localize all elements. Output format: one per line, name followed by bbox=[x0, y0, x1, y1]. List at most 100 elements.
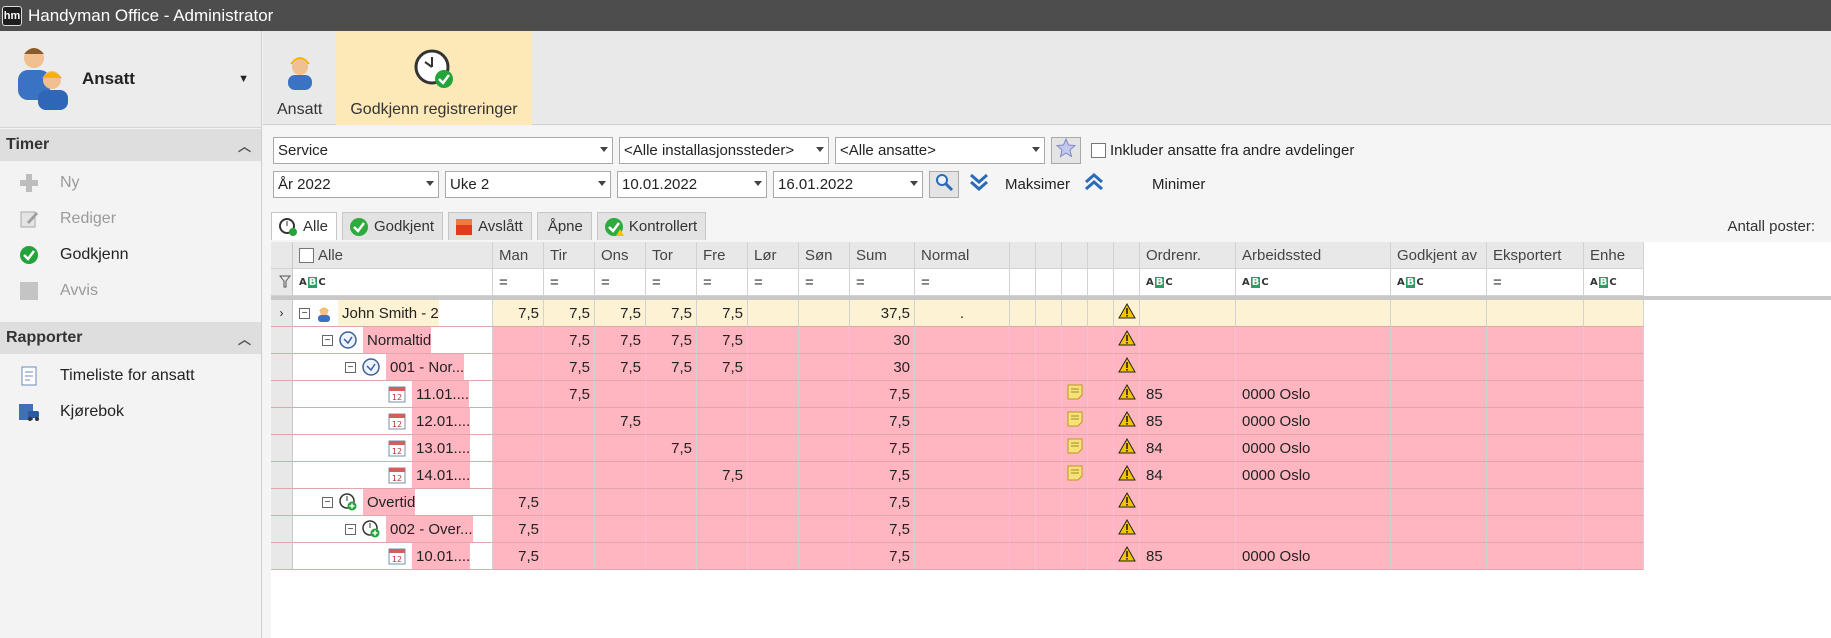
cell-status[interactable] bbox=[1088, 516, 1114, 543]
cell-tor[interactable]: 7,5 bbox=[646, 435, 697, 462]
column-header-alle[interactable]: Alle bbox=[293, 242, 493, 269]
cell-arbeidssted[interactable]: 0000 Oslo bbox=[1236, 381, 1391, 408]
cell-sum[interactable]: 7,5 bbox=[850, 462, 915, 489]
module-selector[interactable]: Ansatt ▼ bbox=[0, 31, 261, 128]
cell-status[interactable] bbox=[1036, 408, 1062, 435]
cell-note[interactable] bbox=[1062, 462, 1088, 489]
cell-status[interactable] bbox=[1088, 354, 1114, 381]
sidebar-item-rediger[interactable]: Rediger bbox=[0, 201, 261, 237]
filter-cell[interactable]: ABC bbox=[293, 269, 493, 296]
cell-son[interactable] bbox=[799, 300, 850, 327]
table-row[interactable]: −001 - Nor... 7,5 7,5 7,5 7,5 30 bbox=[271, 354, 1831, 381]
cell-ordrenr[interactable]: 84 bbox=[1140, 462, 1236, 489]
tree-cell[interactable]: − 002 - Over... bbox=[293, 516, 493, 543]
cell-status[interactable] bbox=[1010, 381, 1036, 408]
cell-status[interactable] bbox=[1088, 408, 1114, 435]
cell-man[interactable] bbox=[493, 381, 544, 408]
cell-lor[interactable] bbox=[748, 543, 799, 570]
group-header-rapporter[interactable]: Rapporter ︿ bbox=[0, 322, 261, 354]
filter-cell[interactable]: = bbox=[646, 269, 697, 296]
cell-status[interactable] bbox=[1036, 489, 1062, 516]
cell-godkjent-av[interactable] bbox=[1391, 489, 1487, 516]
cell-eksportert[interactable] bbox=[1487, 354, 1584, 381]
column-header-normal[interactable]: Normal bbox=[915, 242, 1010, 269]
cell-tor[interactable]: 7,5 bbox=[646, 327, 697, 354]
tree-cell[interactable]: 12 12.01.... bbox=[293, 408, 493, 435]
note-icon[interactable] bbox=[1067, 384, 1083, 404]
cell-enhet[interactable] bbox=[1584, 327, 1644, 354]
cell-sum[interactable]: 7,5 bbox=[850, 489, 915, 516]
column-header-man[interactable]: Man bbox=[493, 242, 544, 269]
chevron-up-icon[interactable]: ︿ bbox=[238, 329, 251, 348]
cell-man[interactable] bbox=[493, 462, 544, 489]
cell-ordrenr[interactable]: 84 bbox=[1140, 435, 1236, 462]
cell-enhet[interactable] bbox=[1584, 516, 1644, 543]
filter-cell[interactable] bbox=[1010, 269, 1036, 296]
cell-status[interactable] bbox=[1088, 435, 1114, 462]
cell-man[interactable] bbox=[493, 354, 544, 381]
cell-arbeidssted[interactable] bbox=[1236, 489, 1391, 516]
cell-godkjent-av[interactable] bbox=[1391, 300, 1487, 327]
cell-note[interactable] bbox=[1062, 354, 1088, 381]
cell-arbeidssted[interactable]: 0000 Oslo bbox=[1236, 462, 1391, 489]
cell-lor[interactable] bbox=[748, 489, 799, 516]
cell-eksportert[interactable] bbox=[1487, 300, 1584, 327]
cell-sum[interactable]: 7,5 bbox=[850, 543, 915, 570]
cell-status[interactable] bbox=[1088, 300, 1114, 327]
cell-fre[interactable] bbox=[697, 489, 748, 516]
employee-select[interactable]: <Alle ansatte> bbox=[835, 136, 1045, 164]
column-header-arbeidssted[interactable]: Arbeidssted bbox=[1236, 242, 1391, 269]
tab-kontrollert[interactable]: Kontrollert bbox=[596, 212, 707, 240]
timesheet-grid[interactable]: Alle Man Tir Ons Tor Fre Lør Søn Sum Nor… bbox=[271, 242, 1831, 638]
cell-tor[interactable] bbox=[646, 381, 697, 408]
cell-eksportert[interactable] bbox=[1487, 327, 1584, 354]
cell-arbeidssted[interactable]: 0000 Oslo bbox=[1236, 408, 1391, 435]
filter-cell[interactable]: ABC bbox=[1140, 269, 1236, 296]
column-header-blank[interactable] bbox=[1114, 242, 1140, 269]
cell-status[interactable] bbox=[1036, 327, 1062, 354]
cell-warning[interactable] bbox=[1114, 462, 1140, 489]
date-to-picker[interactable]: 16.01.2022 bbox=[773, 170, 923, 198]
cell-enhet[interactable] bbox=[1584, 435, 1644, 462]
filter-cell[interactable]: = bbox=[915, 269, 1010, 296]
cell-tir[interactable] bbox=[544, 543, 595, 570]
table-row[interactable]: − 002 - Over... 7,5 7,5 bbox=[271, 516, 1831, 543]
filter-cell[interactable]: = bbox=[544, 269, 595, 296]
cell-status[interactable] bbox=[1088, 489, 1114, 516]
cell-ordrenr[interactable] bbox=[1140, 489, 1236, 516]
include-other-departments-checkbox[interactable] bbox=[1091, 142, 1106, 158]
sidebar-item-avvis[interactable]: Avvis bbox=[0, 273, 261, 309]
tab-apne[interactable]: Åpne bbox=[536, 212, 592, 240]
table-row[interactable]: 12 12.01.... 7,5 7,5 85 0000 Oslo bbox=[271, 408, 1831, 435]
cell-status[interactable] bbox=[1010, 300, 1036, 327]
filter-cell[interactable] bbox=[1088, 269, 1114, 296]
cell-status[interactable] bbox=[1010, 327, 1036, 354]
cell-tor[interactable]: 7,5 bbox=[646, 354, 697, 381]
column-header-godkjent-av[interactable]: Godkjent av bbox=[1391, 242, 1487, 269]
cell-normal[interactable]: . bbox=[915, 300, 1010, 327]
cell-fre[interactable] bbox=[697, 516, 748, 543]
cell-sum[interactable]: 7,5 bbox=[850, 435, 915, 462]
cell-ordrenr[interactable] bbox=[1140, 327, 1236, 354]
tab-alle[interactable]: Alle bbox=[271, 212, 338, 240]
cell-man[interactable]: 7,5 bbox=[493, 489, 544, 516]
cell-godkjent-av[interactable] bbox=[1391, 435, 1487, 462]
column-header-blank[interactable] bbox=[1010, 242, 1036, 269]
cell-eksportert[interactable] bbox=[1487, 435, 1584, 462]
column-header-blank[interactable] bbox=[1062, 242, 1088, 269]
table-row[interactable]: 12 14.01.... 7,5 7,5 84 0000 Oslo bbox=[271, 462, 1831, 489]
cell-man[interactable]: 7,5 bbox=[493, 300, 544, 327]
filter-cell[interactable]: = bbox=[595, 269, 646, 296]
week-select[interactable]: Uke 2 bbox=[445, 170, 611, 198]
cell-godkjent-av[interactable] bbox=[1391, 516, 1487, 543]
tree-cell[interactable]: − Normaltid bbox=[293, 327, 493, 354]
cell-tor[interactable] bbox=[646, 462, 697, 489]
cell-note[interactable] bbox=[1062, 543, 1088, 570]
column-header-tor[interactable]: Tor bbox=[646, 242, 697, 269]
cell-ordrenr[interactable] bbox=[1140, 516, 1236, 543]
cell-status[interactable] bbox=[1036, 354, 1062, 381]
note-icon[interactable] bbox=[1067, 438, 1083, 458]
cell-fre[interactable]: 7,5 bbox=[697, 462, 748, 489]
cell-status[interactable] bbox=[1010, 489, 1036, 516]
cell-tir[interactable]: 7,5 bbox=[544, 300, 595, 327]
